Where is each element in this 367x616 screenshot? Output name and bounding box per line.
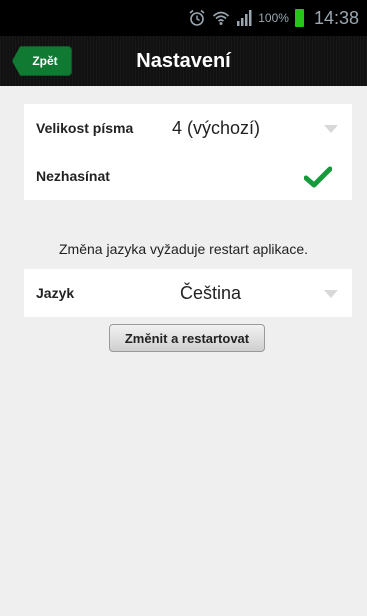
keep-awake-label: Nezhasínat <box>36 168 110 184</box>
title-bar: Zpět Nastavení <box>0 36 367 86</box>
font-size-value: 4 (výchozí) <box>172 117 261 138</box>
language-label: Jazyk <box>36 285 75 301</box>
language-value: Čeština <box>180 282 242 303</box>
status-bar: 100% 14:38 <box>0 0 367 36</box>
status-icons: 100% 14:38 <box>188 6 359 30</box>
font-size-label: Velikost písma <box>36 120 134 136</box>
battery-percent: 100% <box>258 11 289 25</box>
back-button[interactable]: Zpět <box>12 46 72 76</box>
font-size-select[interactable]: Velikost písma 4 (výchozí) <box>24 104 352 152</box>
wifi-icon <box>212 9 230 27</box>
alarm-clock-icon <box>188 9 206 27</box>
display-settings-panel: Velikost písma 4 (výchozí) Nezhasínat <box>24 104 352 200</box>
battery-icon <box>294 9 304 27</box>
language-restart-note: Změna jazyka vyžaduje restart aplikace. <box>59 241 308 257</box>
keep-awake-toggle[interactable]: Nezhasínat <box>24 152 352 200</box>
signal-icon <box>236 9 252 27</box>
checkmark-icon <box>304 166 332 188</box>
change-and-restart-button[interactable]: Změnit a restartovat <box>109 324 265 352</box>
language-select[interactable]: Jazyk Čeština <box>24 269 352 317</box>
chevron-down-icon <box>324 290 338 298</box>
language-panel: Jazyk Čeština <box>24 269 352 317</box>
clock-time: 14:38 <box>313 7 359 28</box>
chevron-down-icon <box>324 125 338 133</box>
